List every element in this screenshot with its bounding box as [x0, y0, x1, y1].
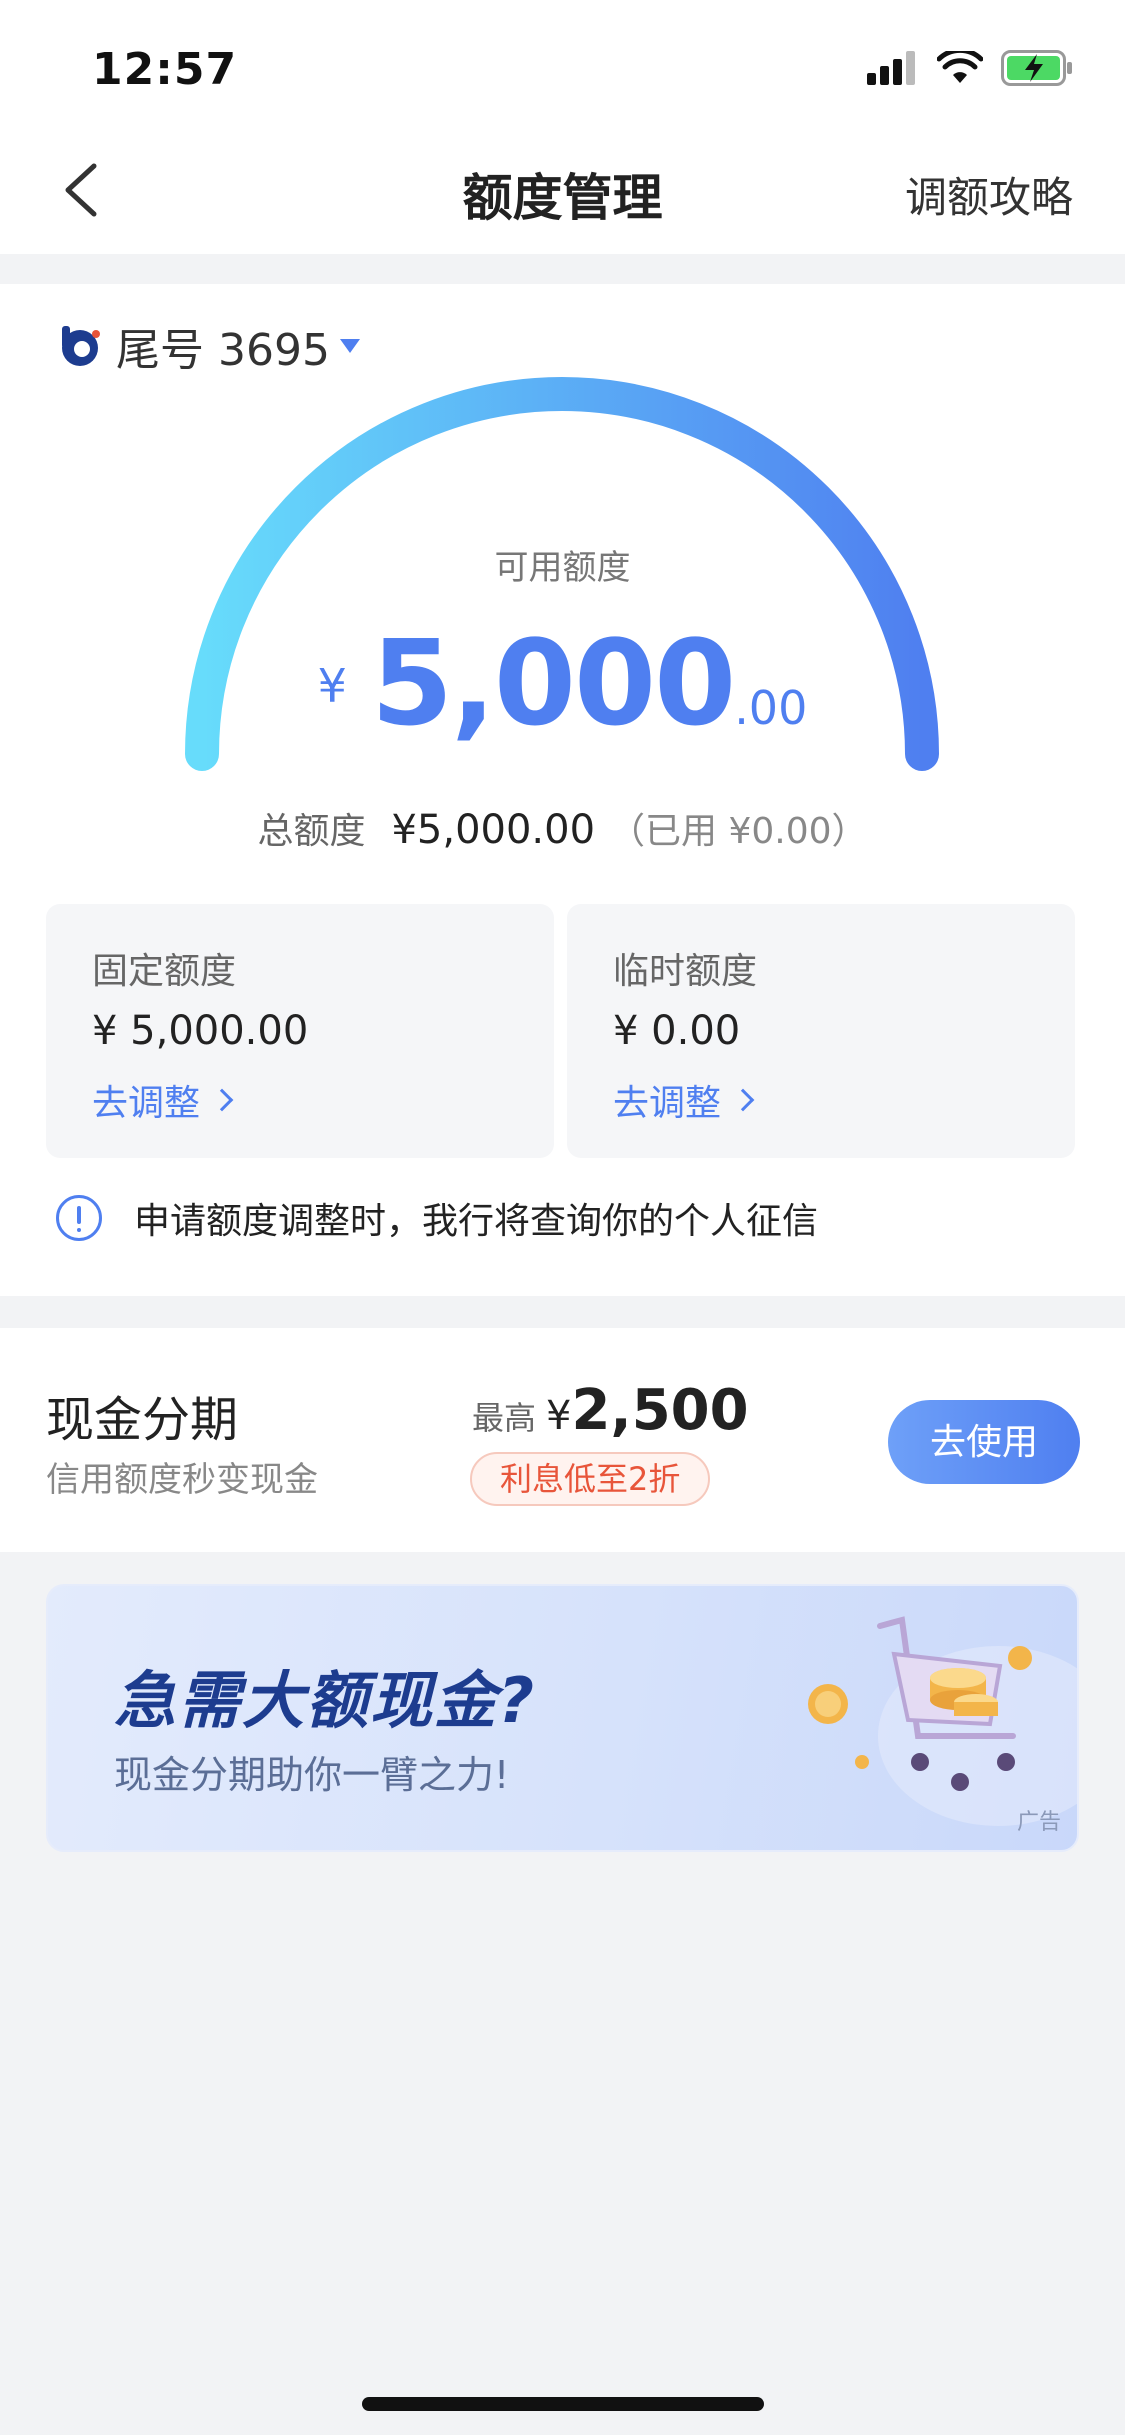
- chevron-right-icon: [731, 1088, 755, 1112]
- amount-decimal: .00: [734, 681, 808, 735]
- dropdown-caret-icon: [339, 339, 360, 353]
- fixed-limit-card: 固定额度 ¥ 5,000.00 去调整: [46, 904, 554, 1158]
- battery-charging-icon: [1001, 50, 1072, 86]
- credit-limit-card: 尾号 3695 可用额度 ¥5,000.00 总额度 ¥5,000.00 （已用 ¥…: [0, 284, 1125, 1296]
- cash-promo-banner[interactable]: 急需大额现金? 现金分期助你一臂之力! 广告: [46, 1584, 1079, 1852]
- cash-max-amount: 最高 ¥ 2,500: [472, 1378, 749, 1443]
- notice-text: 申请额度调整时，我行将查询你的个人征信: [134, 1201, 819, 1242]
- ad-label: 广告: [1016, 1810, 1061, 1835]
- temp-limit-value: ¥ 0.00: [613, 1008, 741, 1054]
- status-icons: [867, 50, 1073, 86]
- total-limit-label: 总额度: [257, 811, 366, 852]
- home-indicator: [362, 2397, 764, 2411]
- adjust-fixed-limit-link[interactable]: 去调整: [92, 1074, 234, 1126]
- max-currency: ¥: [546, 1393, 572, 1439]
- available-limit-label: 可用额度: [494, 548, 631, 588]
- credit-check-notice: 申请额度调整时，我行将查询你的个人征信: [56, 1192, 818, 1244]
- status-time: 12:57: [92, 44, 238, 95]
- info-exclamation-icon: [56, 1195, 102, 1241]
- chevron-right-icon: [210, 1088, 234, 1112]
- limit-guide-link[interactable]: 调额攻略: [905, 164, 1073, 225]
- total-limit-value: ¥5,000.00: [391, 807, 596, 853]
- nav-bar: 额度管理 调额攻略: [0, 130, 1125, 254]
- total-limit-row: 总额度 ¥5,000.00 （已用 ¥0.00）: [0, 802, 1125, 854]
- available-limit-amount: ¥5,000.00: [0, 614, 1125, 752]
- use-cash-installment-button[interactable]: 去使用: [888, 1400, 1080, 1484]
- interest-discount-badge: 利息低至2折: [470, 1452, 711, 1506]
- cash-installment-subtitle: 信用额度秒变现金: [46, 1460, 318, 1500]
- amount-integer: 5,000: [370, 614, 736, 752]
- cash-installment-title: 现金分期: [46, 1392, 239, 1448]
- adjust-fixed-limit-label: 去调整: [92, 1083, 201, 1124]
- fixed-limit-value: ¥ 5,000.00: [92, 1008, 309, 1054]
- status-bar: 12:57: [0, 0, 1125, 130]
- bank-logo-icon: [62, 326, 100, 366]
- temp-limit-title: 临时额度: [613, 951, 758, 992]
- banner-subtitle: 现金分期助你一臂之力!: [114, 1753, 510, 1797]
- cellular-signal-icon: [867, 51, 915, 85]
- wifi-icon: [937, 51, 983, 83]
- temp-limit-card: 临时额度 ¥ 0.00 去调整: [567, 904, 1075, 1158]
- fixed-limit-title: 固定额度: [92, 951, 237, 992]
- adjust-temp-limit-link[interactable]: 去调整: [613, 1074, 755, 1126]
- banner-title: 急需大额现金?: [114, 1664, 536, 1737]
- used-amount: （已用 ¥0.00）: [609, 811, 868, 852]
- max-value: 2,500: [571, 1378, 749, 1443]
- max-label: 最高: [472, 1399, 537, 1437]
- adjust-temp-limit-label: 去调整: [613, 1083, 722, 1124]
- cash-installment-card: 现金分期 信用额度秒变现金 最高 ¥ 2,500 利息低至2折 去使用: [0, 1328, 1125, 1552]
- currency-symbol: ¥: [317, 659, 347, 713]
